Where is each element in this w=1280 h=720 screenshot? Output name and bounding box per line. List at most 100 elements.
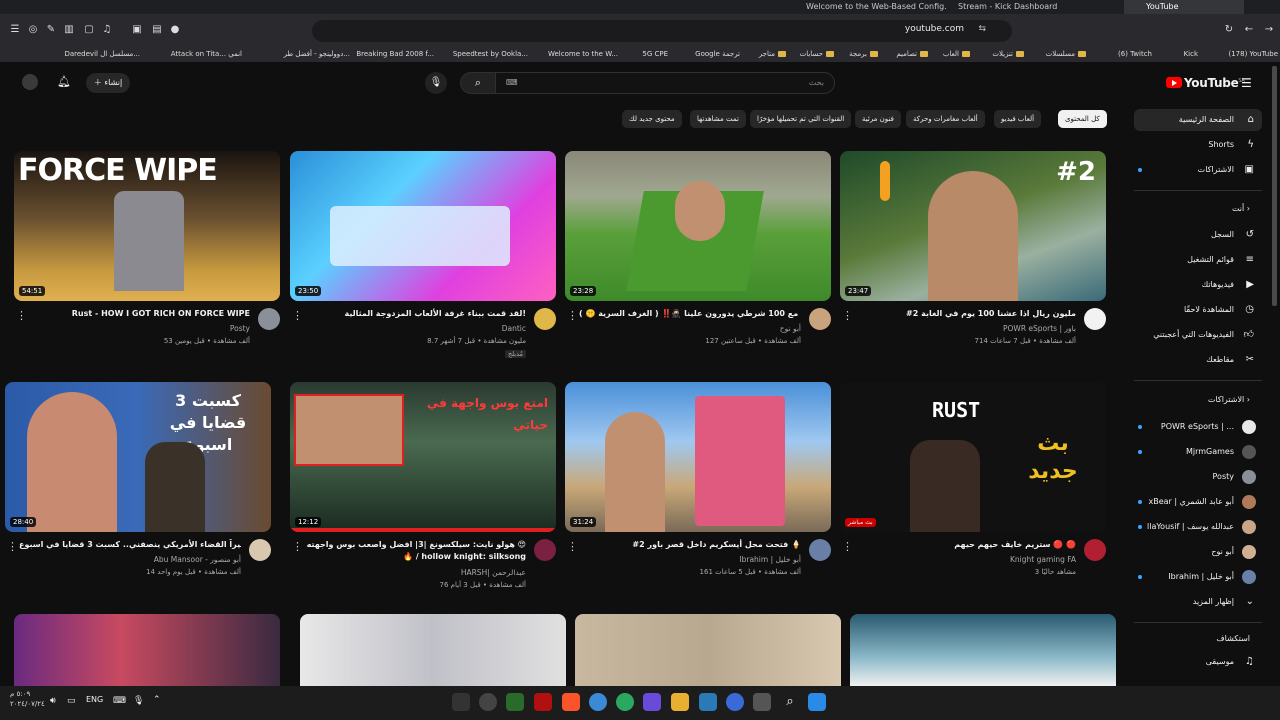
channel-avatar[interactable] xyxy=(258,308,280,330)
chevron-up-icon[interactable]: ⌃ xyxy=(153,695,161,705)
bookmark-item[interactable]: (6) Twitch xyxy=(1118,48,1152,60)
clock[interactable]: ٥:٠٩ م ٢٠٢٤/٠٧/٢٤ xyxy=(10,689,45,709)
chip-action-adventure[interactable]: ألعاب مغامرات وحركة xyxy=(906,110,985,128)
video-title[interactable]: لقد قمت ببناء غرفة الألعاب المزدوجة المث… xyxy=(304,308,526,320)
app-icon[interactable] xyxy=(452,693,470,711)
channel-name[interactable]: Dantic xyxy=(502,324,526,333)
sidebar-item-history[interactable]: ↺ السجل xyxy=(1134,224,1262,246)
channel-avatar[interactable] xyxy=(534,539,556,561)
chrome-icon[interactable] xyxy=(589,693,607,711)
video-title[interactable]: #2 فتحت محل أيسكريم داخل قصر باور 🍦 xyxy=(579,539,801,551)
share-icon[interactable]: ⇆ xyxy=(978,24,986,34)
channel-name[interactable]: أبو نوح xyxy=(780,324,801,333)
brave-icon[interactable] xyxy=(562,693,580,711)
sidebar-sub-abunoah[interactable]: أبو نوح xyxy=(1134,541,1262,563)
tab-youtube[interactable]: YouTube xyxy=(1124,0,1244,14)
more-actions-icon[interactable]: ⋮ xyxy=(292,540,303,553)
chip-all[interactable]: كل المحتوى xyxy=(1058,110,1107,128)
bookmark-item[interactable]: 5G CPE xyxy=(642,48,668,60)
sidebar-item-watch-later[interactable]: ◷ المشاهدة لاحقًا xyxy=(1134,299,1262,321)
sidebar-sub-mjrm[interactable]: MjrmGames xyxy=(1134,441,1262,463)
sidebar-sub-powr[interactable]: POWR eSports | ... xyxy=(1134,416,1262,438)
search-icon[interactable]: ⌕ xyxy=(781,693,799,711)
sidebar-sub-posty[interactable]: Posty xyxy=(1134,466,1262,488)
channel-name[interactable]: HARSH| عبدالرحمن xyxy=(461,568,526,577)
channel-avatar[interactable] xyxy=(1084,539,1106,561)
sidebar-sub-xbear[interactable]: xBear | أبو عابد الشمري xyxy=(1134,491,1262,513)
youtube-logo[interactable]: YouTubeSA xyxy=(1166,76,1245,90)
bookmark-item[interactable]: Attack on Tita... انمي xyxy=(171,48,242,60)
channel-avatar[interactable] xyxy=(534,308,556,330)
bookmark-item[interactable]: Kick xyxy=(1184,48,1198,60)
page-scrollbar[interactable] xyxy=(1272,66,1277,306)
volume-icon[interactable]: 🔊︎ xyxy=(50,696,56,706)
chip-recently-uploaded[interactable]: القنوات التي تم تحميلها مؤخرًا xyxy=(750,110,852,128)
channel-avatar[interactable] xyxy=(249,539,271,561)
channel-name[interactable]: POWR eSports | باور xyxy=(1003,324,1076,333)
account-avatar[interactable] xyxy=(22,74,38,90)
search-input[interactable]: بحث ⌨ xyxy=(495,72,835,94)
bookmark-icon[interactable]: ▤ xyxy=(150,23,164,37)
video-thumbnail[interactable]: 23:50 xyxy=(290,151,556,301)
video-thumbnail[interactable]: 31:24 xyxy=(565,382,831,532)
keyboard-icon[interactable]: ⌨ xyxy=(113,696,126,706)
notifications-bell-icon[interactable]: 🔔︎ xyxy=(57,75,71,88)
channel-name[interactable]: Knight gaming FA xyxy=(1010,555,1076,564)
video-title[interactable]: Rust - HOW I GOT RICH ON FORCE WIPE xyxy=(28,308,250,320)
app-icon[interactable] xyxy=(479,693,497,711)
address-bar[interactable]: youtube.com ⇆ xyxy=(312,20,1012,42)
bookmark-item[interactable]: Breaking Bad 2008 f... xyxy=(356,48,434,60)
reload-icon[interactable]: ↻ xyxy=(1222,23,1236,37)
sidebar-sub-ibrahim[interactable]: Ibrahim | أبو خليل xyxy=(1134,566,1262,588)
more-actions-icon[interactable]: ⋮ xyxy=(567,309,578,322)
bookmark-item[interactable]: Google ترجمة xyxy=(695,48,740,60)
search-button[interactable]: ⌕ xyxy=(460,72,496,94)
bookmark-folder[interactable]: العاب xyxy=(943,48,970,60)
sidebar-item-playlists[interactable]: ≡ قوائم التشغيل xyxy=(1134,249,1262,271)
sidebar-item-clips[interactable]: ✂ مقاطعك xyxy=(1134,349,1262,371)
network-icon[interactable]: ▭ xyxy=(67,696,76,706)
language-indicator[interactable]: ENG xyxy=(86,695,103,704)
channel-name[interactable]: Posty xyxy=(230,324,250,333)
screenshot-icon[interactable]: ▣ xyxy=(130,23,144,37)
guide-menu-icon[interactable]: ☰ xyxy=(1241,76,1252,90)
video-thumbnail[interactable]: RUST بث جديد بث مباشر xyxy=(840,382,1106,532)
video-title[interactable]: هولو نايت: سيلكسونغ |3| افضل واصعب بوس و… xyxy=(304,539,526,563)
sidebar-item-shorts[interactable]: ϟ Shorts xyxy=(1134,134,1262,156)
folder-icon[interactable] xyxy=(671,693,689,711)
bookmark-folder[interactable]: تنزيلات xyxy=(992,48,1024,60)
video-thumbnail[interactable] xyxy=(575,614,841,686)
video-thumbnail[interactable]: 23:28 xyxy=(565,151,831,301)
bookmark-item[interactable]: (178) YouTube xyxy=(1228,48,1278,60)
more-actions-icon[interactable]: ⋮ xyxy=(292,309,303,322)
channel-avatar[interactable] xyxy=(809,308,831,330)
app-icon[interactable] xyxy=(506,693,524,711)
sidebar-item-music[interactable]: ♫ موسيقى xyxy=(1134,651,1262,673)
video-title[interactable]: اخيراً القضاء الأمريكي ينصفني.. كسبت 3 ق… xyxy=(19,539,241,551)
video-thumbnail[interactable] xyxy=(850,614,1116,686)
more-actions-icon[interactable]: ⋮ xyxy=(842,540,853,553)
bookmark-folder[interactable]: برمجة xyxy=(849,48,878,60)
app-icon[interactable] xyxy=(726,693,744,711)
more-actions-icon[interactable]: ⋮ xyxy=(16,309,27,322)
keyboard-icon[interactable]: ⌨ xyxy=(506,78,518,87)
bookmark-folder[interactable]: حسابات xyxy=(800,48,834,60)
voice-search-icon[interactable]: 🎙︎ xyxy=(425,72,447,94)
channel-avatar[interactable] xyxy=(1084,308,1106,330)
sidebar-item-liked[interactable]: 👍︎ الفيديوهات التي أعجبتني xyxy=(1134,324,1262,346)
shield-icon[interactable]: ◎ xyxy=(26,23,40,37)
video-title[interactable]: رئيس الصاعقه مع 100 شرطي يدورون علينا 🥷🏻… xyxy=(579,308,801,320)
sidebar-sub-yousif[interactable]: llaYousif | عبدالله يوسف xyxy=(1134,516,1262,538)
more-actions-icon[interactable]: ⋮ xyxy=(7,540,18,553)
extension-icon[interactable]: ● xyxy=(168,23,182,37)
sidebar-item-your-videos[interactable]: ▶ فيديوهاتك xyxy=(1134,274,1262,296)
video-title[interactable]: #2 مليون ريال اذا عشنا 100 يوم في الغابة xyxy=(854,308,1076,320)
bookmark-folder[interactable]: مسلسلات xyxy=(1046,48,1086,60)
tab-web-config[interactable]: Welcome to the Web-Based Config... xyxy=(806,0,946,14)
sidebar-subs-header[interactable]: الاشتراكات › xyxy=(1134,395,1262,404)
app-icon[interactable] xyxy=(643,693,661,711)
video-title[interactable]: ستريم خايف حيهم حيهم 🔴 🔴 xyxy=(854,539,1076,551)
sidebar-item-home[interactable]: ⌂ الصفحة الرئيسية xyxy=(1134,109,1262,131)
app-icon[interactable] xyxy=(753,693,771,711)
forward-icon[interactable]: → xyxy=(1262,23,1276,37)
